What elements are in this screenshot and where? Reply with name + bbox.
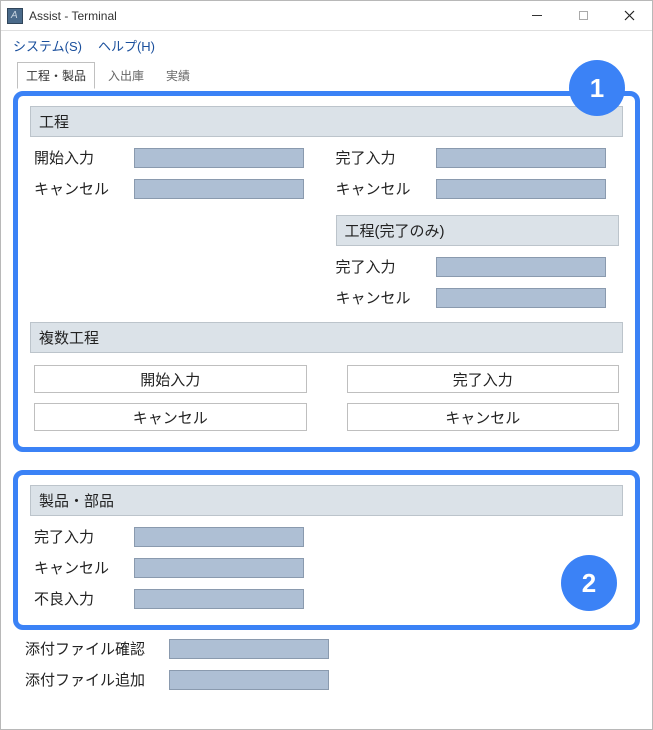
slot-cancel-right[interactable] bbox=[436, 179, 606, 199]
label-cancel-right: キャンセル bbox=[336, 178, 428, 199]
row-cancel-left: キャンセル bbox=[34, 178, 318, 199]
window-title: Assist - Terminal bbox=[29, 9, 514, 23]
row-product-cancel: キャンセル bbox=[34, 557, 619, 578]
section-header-multi: 複数工程 bbox=[30, 322, 623, 353]
slot-attach-add[interactable] bbox=[169, 670, 329, 690]
menubar: システム(S) ヘルプ(H) bbox=[1, 31, 652, 59]
close-button[interactable] bbox=[606, 1, 652, 30]
row-complete-input-2: 完了入力 bbox=[336, 256, 620, 277]
row-start-input: 開始入力 bbox=[34, 147, 318, 168]
slot-complete-input-2[interactable] bbox=[436, 257, 606, 277]
label-product-defect: 不良入力 bbox=[34, 588, 126, 609]
titlebar: Assist - Terminal bbox=[1, 1, 652, 31]
label-attach-confirm: 添付ファイル確認 bbox=[25, 638, 165, 659]
row-complete-input: 完了入力 bbox=[336, 147, 620, 168]
client-area: 工程・製品 入出庫 実績 1 工程 開始入力 キャンセル bbox=[1, 59, 652, 729]
label-attach-add: 添付ファイル追加 bbox=[25, 669, 165, 690]
row-cancel-2: キャンセル bbox=[336, 287, 620, 308]
annotation-badge-1: 1 bbox=[569, 60, 625, 116]
minimize-button[interactable] bbox=[514, 1, 560, 30]
label-product-complete: 完了入力 bbox=[34, 526, 126, 547]
app-window: Assist - Terminal システム(S) ヘルプ(H) 工程・製品 入… bbox=[0, 0, 653, 730]
slot-cancel-left[interactable] bbox=[134, 179, 304, 199]
slot-product-defect[interactable] bbox=[134, 589, 304, 609]
slot-complete-input[interactable] bbox=[436, 148, 606, 168]
slot-product-cancel[interactable] bbox=[134, 558, 304, 578]
row-cancel-right: キャンセル bbox=[336, 178, 620, 199]
row-product-defect: 不良入力 bbox=[34, 588, 619, 609]
maximize-button[interactable] bbox=[560, 1, 606, 30]
tab-inout[interactable]: 入出庫 bbox=[99, 62, 153, 89]
tab-strip: 工程・製品 入出庫 実績 bbox=[13, 67, 640, 89]
button-multi-start[interactable]: 開始入力 bbox=[34, 365, 307, 393]
menu-help[interactable]: ヘルプ(H) bbox=[94, 34, 159, 57]
label-start-input: 開始入力 bbox=[34, 147, 126, 168]
tab-results[interactable]: 実績 bbox=[157, 62, 199, 89]
slot-product-complete[interactable] bbox=[134, 527, 304, 547]
section-header-product: 製品・部品 bbox=[30, 485, 623, 516]
process-right-col: 完了入力 キャンセル 工程(完了のみ) 完了入力 キャンセル bbox=[336, 147, 620, 308]
product-fields: 完了入力 キャンセル 不良入力 bbox=[30, 516, 623, 609]
multi-process-area: 開始入力 完了入力 キャンセル キャンセル bbox=[30, 353, 623, 433]
row-attach-confirm: 添付ファイル確認 bbox=[25, 638, 628, 659]
annotation-box-1: 1 工程 開始入力 キャンセル 完了入力 bbox=[13, 91, 640, 452]
titlebar-buttons bbox=[514, 1, 652, 30]
slot-attach-confirm[interactable] bbox=[169, 639, 329, 659]
label-cancel-left: キャンセル bbox=[34, 178, 126, 199]
label-cancel-2: キャンセル bbox=[336, 287, 428, 308]
app-icon bbox=[7, 8, 23, 24]
slot-cancel-2[interactable] bbox=[436, 288, 606, 308]
menu-system[interactable]: システム(S) bbox=[9, 34, 86, 57]
section-header-process: 工程 bbox=[30, 106, 623, 137]
process-left-col: 開始入力 キャンセル bbox=[34, 147, 318, 308]
button-multi-cancel-left[interactable]: キャンセル bbox=[34, 403, 307, 431]
tab-process-product[interactable]: 工程・製品 bbox=[17, 62, 95, 89]
row-product-complete: 完了入力 bbox=[34, 526, 619, 547]
attachment-area: 添付ファイル確認 添付ファイル追加 bbox=[13, 630, 640, 690]
section-header-complete-only: 工程(完了のみ) bbox=[336, 215, 620, 246]
slot-start-input[interactable] bbox=[134, 148, 304, 168]
label-product-cancel: キャンセル bbox=[34, 557, 126, 578]
button-multi-complete[interactable]: 完了入力 bbox=[347, 365, 620, 393]
annotation-box-2: 2 製品・部品 完了入力 キャンセル 不良入力 bbox=[13, 470, 640, 630]
label-complete-input-2: 完了入力 bbox=[336, 256, 428, 277]
label-complete-input: 完了入力 bbox=[336, 147, 428, 168]
row-attach-add: 添付ファイル追加 bbox=[25, 669, 628, 690]
process-grid: 開始入力 キャンセル 完了入力 キャンセル bbox=[30, 137, 623, 312]
button-multi-cancel-right[interactable]: キャンセル bbox=[347, 403, 620, 431]
annotation-badge-2: 2 bbox=[561, 555, 617, 611]
